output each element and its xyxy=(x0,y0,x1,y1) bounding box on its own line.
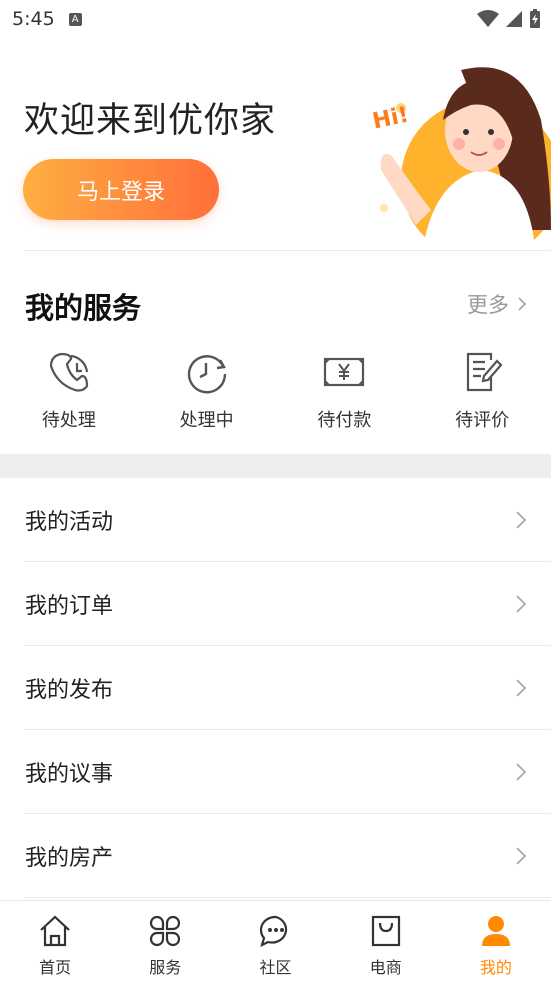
tab-label: 电商 xyxy=(369,958,402,977)
welcome-title: 欢迎来到优你家 xyxy=(24,101,277,141)
chevron-right-icon xyxy=(516,595,527,613)
tab-community[interactable]: 社区 xyxy=(220,901,330,982)
menu-item-activities[interactable]: 我的活动 xyxy=(0,478,551,562)
menu-item-posts[interactable]: 我的发布 xyxy=(0,646,551,730)
more-label: 更多 xyxy=(467,293,509,317)
notification-badge-icon: A xyxy=(68,12,82,26)
menu-item-discussions[interactable]: 我的议事 xyxy=(0,730,551,814)
tab-label: 社区 xyxy=(259,958,292,977)
tab-label: 首页 xyxy=(39,958,72,977)
chat-bubble-icon xyxy=(259,915,287,948)
menu-item-label: 我的议事 xyxy=(25,762,114,787)
grid-clover-icon xyxy=(150,915,181,947)
menu-item-orders[interactable]: 我的订单 xyxy=(0,562,551,646)
home-icon xyxy=(40,915,70,947)
hi-text: Hi! xyxy=(370,103,410,135)
service-to-review[interactable]: 待评价 xyxy=(413,350,551,442)
signal-icon xyxy=(506,11,522,27)
menu-list: 我的活动 我的订单 我的发布 我的议事 我的房产 xyxy=(0,478,551,898)
services-grid: 待处理 处理中 待付款 待评价 xyxy=(0,350,551,442)
phone-clock-icon xyxy=(49,352,88,392)
chevron-right-icon xyxy=(516,511,527,529)
battery-icon xyxy=(530,9,540,28)
tab-home[interactable]: 首页 xyxy=(0,901,110,982)
service-processing[interactable]: 处理中 xyxy=(138,350,276,442)
edit-document-icon xyxy=(467,352,503,392)
yen-bill-icon xyxy=(324,357,365,387)
menu-item-label: 我的活动 xyxy=(25,510,114,535)
hero-divider xyxy=(24,250,551,251)
tab-services[interactable]: 服务 xyxy=(110,901,220,982)
chevron-right-icon xyxy=(516,763,527,781)
tab-label: 服务 xyxy=(149,958,182,977)
services-title: 我的服务 xyxy=(25,291,142,325)
wifi-icon xyxy=(477,10,499,27)
menu-item-properties[interactable]: 我的房产 xyxy=(0,814,551,898)
menu-item-label: 我的订单 xyxy=(25,594,114,619)
service-pending[interactable]: 待处理 xyxy=(0,350,138,442)
service-processing-label: 处理中 xyxy=(179,410,234,431)
clock-icon xyxy=(187,355,226,394)
section-separator xyxy=(0,454,551,478)
welcome-hero: 欢迎来到优你家 马上登录 Hi! xyxy=(0,38,551,252)
shopping-bag-icon xyxy=(371,915,400,947)
services-more-link[interactable]: 更多 xyxy=(467,289,527,319)
status-bar: 5:45 A xyxy=(0,0,551,38)
service-to-review-label: 待评价 xyxy=(455,410,510,431)
service-unpaid-label: 待付款 xyxy=(317,410,372,431)
person-icon xyxy=(481,916,510,946)
menu-item-label: 我的房产 xyxy=(25,846,114,871)
tab-label: 我的 xyxy=(479,958,512,977)
chevron-right-icon xyxy=(516,847,527,865)
login-button[interactable]: 马上登录 xyxy=(23,159,219,220)
tab-profile[interactable]: 我的 xyxy=(441,901,551,982)
menu-item-label: 我的发布 xyxy=(25,678,114,703)
status-time: 5:45 xyxy=(12,8,55,30)
service-pending-label: 待处理 xyxy=(41,410,96,431)
tab-shop[interactable]: 电商 xyxy=(331,901,441,982)
service-unpaid[interactable]: 待付款 xyxy=(276,350,414,442)
chevron-right-icon xyxy=(516,679,527,697)
status-indicators xyxy=(477,9,541,29)
chevron-right-icon xyxy=(518,297,527,311)
waving-girl-illustration: Hi! xyxy=(370,67,551,252)
bottom-tab-bar: 首页 服务 社区 电商 我的 xyxy=(0,900,551,982)
